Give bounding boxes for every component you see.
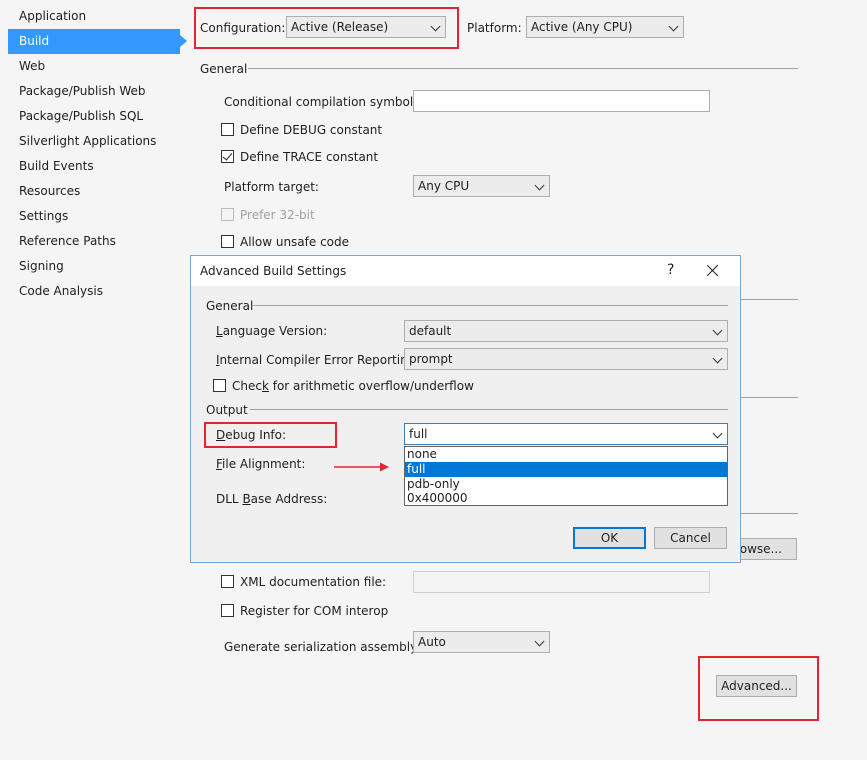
dll-base-address-label-pre: DLL bbox=[216, 492, 243, 506]
xml-documentation-checkbox[interactable] bbox=[221, 575, 234, 588]
output-divider bbox=[741, 513, 798, 514]
cancel-button[interactable]: Cancel bbox=[654, 527, 727, 549]
xml-documentation-input bbox=[413, 571, 710, 593]
file-alignment-label: File Alignment: bbox=[216, 457, 305, 471]
prefer-32bit-checkbox bbox=[221, 208, 234, 221]
register-com-checkbox[interactable] bbox=[221, 604, 234, 617]
compiler-error-reporting-label-text: nternal Compiler Error Reporting: bbox=[219, 353, 420, 367]
xml-documentation-label: XML documentation file: bbox=[240, 575, 387, 589]
sidebar-item-settings[interactable]: Settings bbox=[8, 204, 180, 229]
platform-target-label: Platform target: bbox=[224, 180, 319, 194]
debug-info-highlight-box bbox=[204, 422, 337, 448]
define-trace-label: Define TRACE constant bbox=[240, 150, 379, 164]
arithmetic-overflow-label: Check for arithmetic overflow/underflow bbox=[232, 379, 474, 393]
sidebar-item-reference-paths[interactable]: Reference Paths bbox=[8, 229, 180, 254]
serialization-label: Generate serialization assembly: bbox=[224, 640, 421, 654]
chevron-down-icon bbox=[534, 180, 545, 191]
define-trace-checkbox[interactable] bbox=[221, 150, 234, 163]
debug-info-dropdown-list: none full pdb-only 0x400000 bbox=[404, 446, 728, 506]
conditional-symbols-input[interactable] bbox=[413, 90, 710, 112]
allow-unsafe-label: Allow unsafe code bbox=[240, 235, 350, 249]
sidebar-item-build-events[interactable]: Build Events bbox=[8, 154, 180, 179]
dialog-output-divider bbox=[250, 409, 728, 410]
sidebar-item-web[interactable]: Web bbox=[8, 54, 180, 79]
sidebar-item-signing[interactable]: Signing bbox=[8, 254, 180, 279]
arithmetic-overflow-checkbox[interactable] bbox=[213, 379, 226, 392]
debug-info-option-full[interactable]: full bbox=[405, 462, 727, 477]
serialization-value: Auto bbox=[418, 635, 446, 649]
checkmark-icon bbox=[222, 150, 233, 161]
sidebar-item-code-analysis[interactable]: Code Analysis bbox=[8, 279, 180, 304]
allow-unsafe-checkbox[interactable] bbox=[221, 235, 234, 248]
sidebar-item-resources[interactable]: Resources bbox=[8, 179, 180, 204]
red-arrow-annotation bbox=[334, 462, 389, 472]
language-version-mnemonic: L bbox=[216, 324, 223, 338]
conditional-symbols-label: Conditional compilation symbols: bbox=[224, 95, 424, 109]
sidebar-nav: Application Build Web Package/Publish We… bbox=[8, 4, 187, 304]
arithmetic-overflow-mnemonic: k bbox=[261, 379, 269, 393]
ok-button[interactable]: OK bbox=[573, 527, 646, 549]
dll-base-address-mnemonic: B bbox=[242, 492, 251, 506]
dll-base-address-value: 0x400000 bbox=[407, 491, 468, 505]
register-com-label: Register for COM interop bbox=[240, 604, 389, 618]
chevron-down-icon bbox=[712, 325, 723, 336]
file-alignment-label-text: ile Alignment: bbox=[222, 457, 306, 471]
advanced-highlight-box bbox=[698, 656, 819, 721]
dialog-title: Advanced Build Settings bbox=[200, 264, 347, 278]
general-section-header: General bbox=[200, 62, 248, 76]
help-icon[interactable]: ? bbox=[667, 262, 674, 278]
dialog-general-header: General bbox=[206, 299, 254, 313]
prefer-32bit-label: Prefer 32-bit bbox=[240, 208, 315, 222]
debug-info-select[interactable]: full bbox=[404, 423, 728, 445]
platform-value: Active (Any CPU) bbox=[531, 20, 633, 34]
language-version-label-text: anguage Version: bbox=[222, 324, 328, 338]
treat-warnings-divider bbox=[741, 397, 798, 398]
arithmetic-overflow-label-pre: Chec bbox=[232, 379, 262, 393]
platform-target-select[interactable]: Any CPU bbox=[413, 175, 550, 197]
chevron-down-icon bbox=[534, 636, 545, 647]
dll-base-address-label: DLL Base Address: bbox=[216, 492, 327, 506]
debug-info-value: full bbox=[409, 427, 428, 441]
sidebar-item-application[interactable]: Application bbox=[8, 4, 180, 29]
language-version-label: Language Version: bbox=[216, 324, 327, 338]
dialog-output-header: Output bbox=[206, 403, 248, 417]
close-icon[interactable] bbox=[705, 263, 721, 279]
debug-info-option-pdb-only[interactable]: pdb-only bbox=[405, 477, 727, 492]
language-version-select[interactable]: default bbox=[404, 320, 728, 342]
platform-select[interactable]: Active (Any CPU) bbox=[526, 16, 684, 38]
compiler-error-reporting-label: Internal Compiler Error Reporting: bbox=[216, 353, 419, 367]
chevron-down-icon bbox=[668, 21, 679, 32]
sidebar-item-silverlight-applications[interactable]: Silverlight Applications bbox=[8, 129, 180, 154]
platform-target-value: Any CPU bbox=[418, 179, 470, 193]
dialog-title-bar: Advanced Build Settings ? bbox=[191, 256, 740, 286]
chevron-down-icon bbox=[712, 428, 723, 439]
compiler-error-reporting-select[interactable]: prompt bbox=[404, 348, 728, 370]
errors-divider bbox=[741, 299, 798, 300]
language-version-value: default bbox=[409, 324, 452, 338]
debug-info-option-none[interactable]: none bbox=[405, 447, 727, 462]
sidebar-item-package-publish-web[interactable]: Package/Publish Web bbox=[8, 79, 180, 104]
define-debug-label: Define DEBUG constant bbox=[240, 123, 383, 137]
dialog-general-divider bbox=[252, 305, 728, 306]
dll-base-address-label-text: ase Address: bbox=[250, 492, 328, 506]
chevron-down-icon bbox=[712, 353, 723, 364]
platform-label: Platform: bbox=[467, 21, 522, 35]
sidebar-item-package-publish-sql[interactable]: Package/Publish SQL bbox=[8, 104, 180, 129]
serialization-select[interactable]: Auto bbox=[413, 631, 550, 653]
arithmetic-overflow-label-text: for arithmetic overflow/underflow bbox=[268, 379, 474, 393]
configuration-highlight-box bbox=[194, 7, 459, 49]
sidebar-item-build[interactable]: Build bbox=[8, 29, 187, 54]
general-divider bbox=[248, 68, 798, 69]
compiler-error-reporting-value: prompt bbox=[409, 352, 453, 366]
define-debug-checkbox[interactable] bbox=[221, 123, 234, 136]
